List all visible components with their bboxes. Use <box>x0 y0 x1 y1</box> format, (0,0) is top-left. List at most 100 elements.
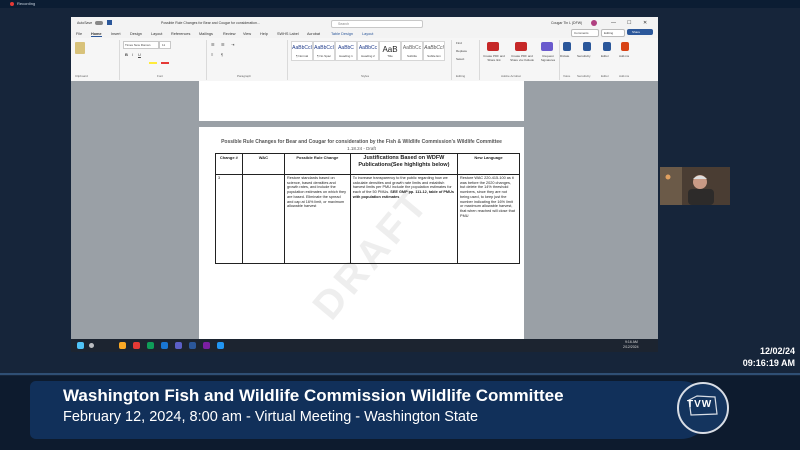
tab-file[interactable]: File <box>76 32 82 36</box>
taskbar-time[interactable]: 9:16 AM <box>625 340 638 344</box>
tab-help[interactable]: Help <box>260 32 268 36</box>
tab-table-layout[interactable]: Layout <box>362 32 373 36</box>
ribbon-separator <box>559 40 560 80</box>
style-heading-2[interactable]: AaBbCc Heading 2 <box>357 41 379 61</box>
add-ins-button[interactable]: Add-ins <box>619 54 629 58</box>
start-icon[interactable] <box>77 342 84 349</box>
document-page[interactable]: DRAFT Possible Rule Changes for Bear and… <box>199 127 524 343</box>
cell-wac[interactable] <box>241 174 285 264</box>
autosave-label[interactable]: AutoSave <box>77 21 92 25</box>
create-pdf-outlook-icon[interactable] <box>515 42 527 51</box>
search-icon[interactable] <box>89 343 94 348</box>
chrome-icon[interactable] <box>133 342 140 349</box>
style-subtitle[interactable]: AaBbCc Subtitle <box>401 41 423 61</box>
bullets-icon[interactable]: ☰ <box>211 42 215 47</box>
header-rule: Possible Rule Change <box>283 153 351 175</box>
tab-insert[interactable]: Insert <box>111 32 121 36</box>
rule-change-table[interactable]: Change # WAC Possible Rule Change Justif… <box>215 153 520 264</box>
style-name: ¶ Normal <box>295 54 309 58</box>
font-size-select[interactable]: 11 <box>159 41 171 49</box>
align-icon[interactable]: ≡ <box>211 52 213 57</box>
sensitivity-icon[interactable] <box>583 42 591 51</box>
tab-layout[interactable]: Layout <box>151 32 162 36</box>
tab-references[interactable]: References <box>171 32 190 36</box>
group-editing: Editing <box>456 74 466 78</box>
create-pdf-share-link-icon[interactable] <box>487 42 499 51</box>
onenote-icon[interactable] <box>203 342 210 349</box>
cell-justification[interactable]: To increase transparency to the public r… <box>349 174 459 264</box>
style-no-spacing[interactable]: AaBbCcI ¶ No Spac <box>313 41 335 61</box>
comments-button[interactable]: Comments <box>571 29 599 37</box>
taskbar-date[interactable]: 2/12/2024 <box>623 345 639 349</box>
dictate-button[interactable]: Dictate <box>560 54 569 58</box>
file-explorer-icon[interactable] <box>119 342 126 349</box>
banner-divider <box>0 373 800 375</box>
tab-design[interactable]: Design <box>130 32 142 36</box>
microphone-icon[interactable] <box>563 42 571 51</box>
ribbon-separator <box>287 40 288 80</box>
create-pdf-share-link-button[interactable]: Create PDF and Share link <box>481 54 507 62</box>
zoom-icon[interactable] <box>217 342 224 349</box>
font-name-select[interactable]: Times New Roman <box>123 41 159 49</box>
select-button[interactable]: Select <box>456 57 464 61</box>
teams-icon[interactable] <box>175 342 182 349</box>
italic-icon[interactable]: I <box>132 52 133 57</box>
replace-button[interactable]: Replace <box>456 49 467 53</box>
tab-table-design[interactable]: Table Design <box>331 32 353 36</box>
highlight-icon[interactable] <box>149 62 157 64</box>
request-signatures-button[interactable]: Request Signatures <box>537 54 559 62</box>
banner-title: Washington Fish and Wildlife Commission … <box>63 386 564 405</box>
indent-icon[interactable]: ⇥ <box>231 42 234 47</box>
cell-change[interactable]: 3 <box>215 174 243 264</box>
request-signatures-icon[interactable] <box>541 42 553 51</box>
avatar[interactable] <box>591 20 597 26</box>
style-normal[interactable]: AaBbCcI ¶ Normal <box>291 41 313 61</box>
pilcrow-icon[interactable]: ¶ <box>221 52 223 57</box>
tab-review[interactable]: Review <box>223 32 235 36</box>
style-name: Heading 1 <box>339 54 353 58</box>
tab-swhs-label[interactable]: SWHS Label <box>277 32 299 36</box>
bold-icon[interactable]: B <box>125 52 128 57</box>
outlook-icon[interactable] <box>161 342 168 349</box>
edge-icon[interactable] <box>147 342 154 349</box>
create-pdf-outlook-button[interactable]: Create PDF and Share via Outlook <box>509 54 535 62</box>
minimize-icon[interactable]: — <box>611 20 616 26</box>
style-sample: AaBbCcI <box>292 45 312 51</box>
paste-icon[interactable] <box>75 42 85 54</box>
participant-video[interactable] <box>660 167 730 205</box>
editor-icon[interactable] <box>603 42 611 51</box>
ribbon-separator <box>119 40 120 80</box>
editor-button[interactable]: Editor <box>601 54 609 58</box>
style-subtle-emphasis[interactable]: AaBbCcI Subtle Em <box>423 41 445 61</box>
search-box[interactable]: Search <box>331 20 423 28</box>
word-icon[interactable] <box>189 342 196 349</box>
cell-language[interactable]: Restore WAC 220-415-100 as it was before… <box>457 174 520 264</box>
add-ins-icon[interactable] <box>621 42 629 51</box>
font-color-icon[interactable] <box>161 62 169 64</box>
underline-icon[interactable]: U <box>138 52 141 57</box>
windows-taskbar: 9:16 AM 2/12/2024 <box>71 339 658 352</box>
save-icon[interactable] <box>107 20 112 25</box>
group-adobe-acrobat: Adobe Acrobat <box>501 74 521 78</box>
find-button[interactable]: Find <box>456 41 462 45</box>
editing-mode-button[interactable]: Editing <box>601 29 625 37</box>
sensitivity-button[interactable]: Sensitivity <box>577 54 591 58</box>
document-canvas[interactable]: DRAFT Possible Rule Changes for Bear and… <box>71 81 658 343</box>
autosave-toggle[interactable] <box>95 21 103 25</box>
share-button[interactable]: Share <box>627 29 653 35</box>
tab-home[interactable]: Home <box>91 32 102 37</box>
style-title[interactable]: AaB Title <box>379 41 401 61</box>
document-title: Possible Rule Changes for Bear and Couga… <box>221 139 502 145</box>
tab-acrobat[interactable]: Acrobat <box>307 32 320 36</box>
group-add-ins: Add-ins <box>619 74 630 78</box>
maximize-icon[interactable]: ☐ <box>627 20 631 26</box>
close-icon[interactable]: ✕ <box>643 20 647 26</box>
tab-mailings[interactable]: Mailings <box>199 32 213 36</box>
numbering-icon[interactable]: ☰ <box>221 42 225 47</box>
tab-view[interactable]: View <box>243 32 251 36</box>
broadcast-date: 12/02/24 <box>759 346 795 356</box>
user-name[interactable]: Cougar Tin L (DFW) <box>551 21 582 25</box>
cell-rule[interactable]: Restore standards based on science, base… <box>283 174 351 264</box>
style-heading-1[interactable]: AaBbC Heading 1 <box>335 41 357 61</box>
group-voice: Voice <box>563 74 571 78</box>
